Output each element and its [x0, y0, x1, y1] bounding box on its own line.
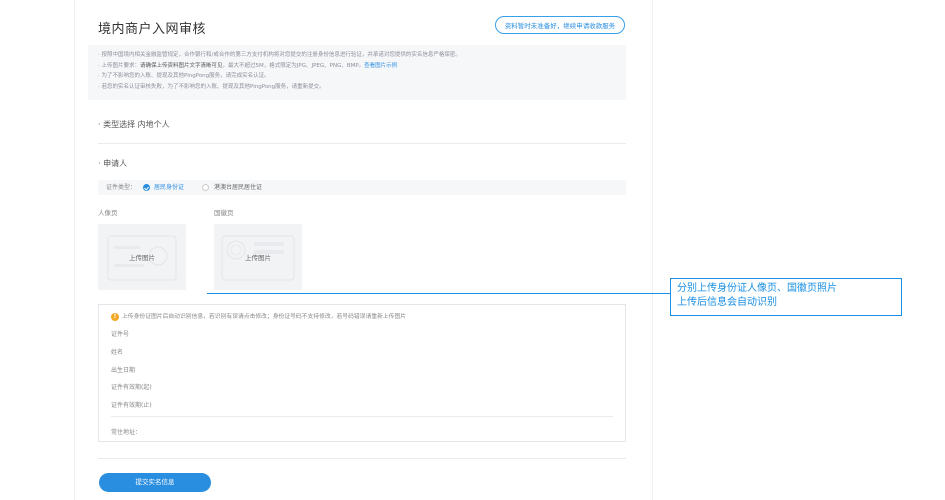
radio-unchecked-icon[interactable] [202, 184, 209, 191]
notice-text: ，最大不超过5M，格式限定为JPG、JPEG、PNG、BMP。 [222, 62, 365, 69]
applicant-title: · 申请人 [98, 159, 128, 168]
submit-verification-button[interactable]: 提交实名信息 [99, 473, 211, 492]
id-type-label: 证件类型： [106, 184, 137, 191]
field-name: 姓名 [111, 349, 124, 356]
annotation-line: 分别上传身份证人像页、国徽页照片 [677, 283, 837, 294]
field-valid-to: 证件有效期(止) [111, 402, 152, 409]
notice-line: · 按照中国境内相关金融监管规定，合作银行和/或合作的第三方支付机构将对您提交的… [98, 52, 461, 58]
notice-line: · 上传图片要求：请确保上传资料图片文字清晰可见，最大不超过5M，格式限定为JP… [98, 61, 616, 72]
radio-checked-icon[interactable] [143, 184, 150, 191]
portrait-page-label: 人像页 [98, 209, 118, 217]
upload-emblem-page[interactable]: 上传图片 [214, 224, 302, 290]
divider [98, 458, 626, 459]
view-sample-link[interactable]: 查看图片示例 [364, 63, 397, 69]
annotation-line: 上传后信息会自动识别 [677, 297, 777, 308]
warning-text: 上传身份证图片后自动识别信息，若识别有误请点击修改；身份证号码不支持修改，若号码… [122, 314, 407, 320]
page-title: 境内商户入网审核 [98, 22, 207, 37]
upload-text: 上传图片 [245, 254, 271, 262]
auto-recognition-warning: ! 上传身份证图片后自动识别信息，若识别有误请点击修改；身份证号码不支持修改，若号… [111, 311, 406, 321]
upload-text: 上传图片 [129, 254, 155, 262]
divider [98, 143, 626, 144]
notice-line: · 为了不影响您的入账、提现及其他PingPong服务，请完成实名认证。 [98, 73, 270, 79]
field-valid-from: 证件有效期(起) [111, 384, 152, 391]
notice-box: · 按照中国境内相关金融监管规定，合作银行和/或合作的第三方支付机构将对您提交的… [88, 45, 626, 100]
notice-emphasis: 请确保上传资料图片文字清晰可见 [140, 62, 223, 69]
type-selection-label: · 类型选择 内地个人 [98, 120, 170, 129]
warning-icon: ! [111, 312, 119, 321]
notice-text: · 上传图片要求： [98, 62, 140, 69]
notice-line: · 若您的实名认证审核失败，为了不影响您的入账、提现及其他PingPong服务，… [98, 83, 325, 90]
annotation-connector [207, 293, 671, 294]
divider [111, 416, 613, 417]
id-info-box: ! 上传身份证图片后自动识别信息，若识别有误请点击修改；身份证号码不支持修改，若号… [98, 304, 626, 442]
field-id-number: 证件号 [111, 331, 130, 338]
field-address: 常住地址： [111, 429, 142, 436]
continue-apply-button[interactable]: 资料暂时未准备好，继续申请收款服务 [495, 16, 625, 34]
id-type-row: 证件类型： 居民身份证 港澳台居民居住证 [98, 180, 626, 195]
field-birth-date: 出生日期 [111, 367, 136, 374]
option-resident-id[interactable]: 居民身份证 [154, 180, 184, 195]
emblem-page-label: 国徽页 [214, 209, 234, 217]
upload-portrait-page[interactable]: 上传图片 [98, 224, 186, 290]
option-hk-macao-taiwan-permit[interactable]: 港澳台居民居住证 [214, 180, 262, 195]
annotation-callout: 分别上传身份证人像页、国徽页照片 上传后信息会自动识别 [670, 278, 902, 316]
